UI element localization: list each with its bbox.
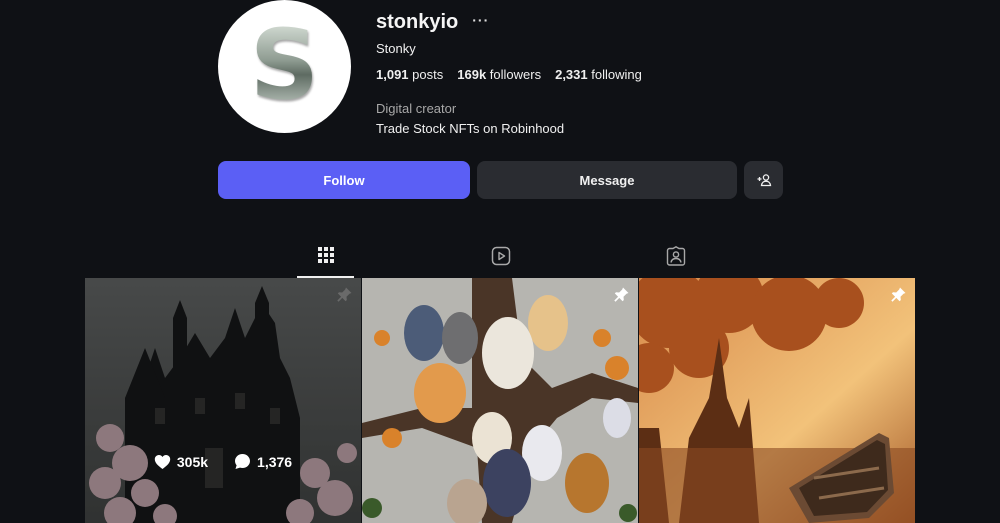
comment-icon [235,454,251,469]
tab-posts[interactable] [297,240,354,278]
comments-count: 1,376 [257,453,293,470]
full-name: Stonky [376,41,416,56]
suggest-users-button[interactable] [744,161,783,199]
likes-metric: 305k [154,453,208,470]
hover-overlay [85,278,361,523]
tagged-icon [666,246,685,266]
profile-category: Digital creator [376,101,457,116]
post-tile-autumn-boat[interactable] [639,278,915,523]
profile-stats: 1,091 posts 169k followers 2,331 followi… [376,67,642,82]
heart-icon [154,454,171,469]
cats-in-tree-image [362,278,638,523]
follow-button[interactable]: Follow [218,161,470,199]
profile-tabs [0,240,1000,278]
comments-metric: 1,376 [234,453,292,470]
post-tile-cats-in-tree[interactable] [362,278,638,523]
following-stat[interactable]: 2,331 following [555,67,642,82]
grid-icon [317,247,334,263]
following-count: 2,331 [555,67,588,82]
pinned-icon [891,287,906,302]
pinned-icon [337,287,352,302]
reels-icon [491,246,510,266]
autumn-boat-image [639,278,915,523]
likes-count: 305k [176,453,209,470]
post-engagement: 305k 1,376 [85,453,361,470]
post-tile-haunted-house[interactable]: 305k 1,376 [85,278,361,523]
message-button[interactable]: Message [477,161,737,199]
profile-avatar[interactable]: S [218,0,351,133]
followers-stat[interactable]: 169k followers [457,67,541,82]
posts-grid: 305k 1,376 [85,278,915,523]
add-user-icon [757,174,771,187]
profile-header: stonkyio ··· [376,11,489,34]
followers-label: followers [489,67,542,82]
posts-stat: 1,091 posts [376,67,443,82]
posts-count: 1,091 [376,67,409,82]
pinned-icon [614,287,629,302]
avatar-logo-letter: S [249,8,320,121]
following-label: following [591,67,642,82]
profile-bio: Trade Stock NFTs on Robinhood [376,121,565,136]
posts-label: posts [412,67,444,82]
more-options-icon[interactable]: ··· [472,12,489,28]
tab-tagged[interactable] [647,240,704,278]
followers-count: 169k [457,67,487,82]
tab-reels[interactable] [472,240,529,278]
username: stonkyio [376,11,459,33]
